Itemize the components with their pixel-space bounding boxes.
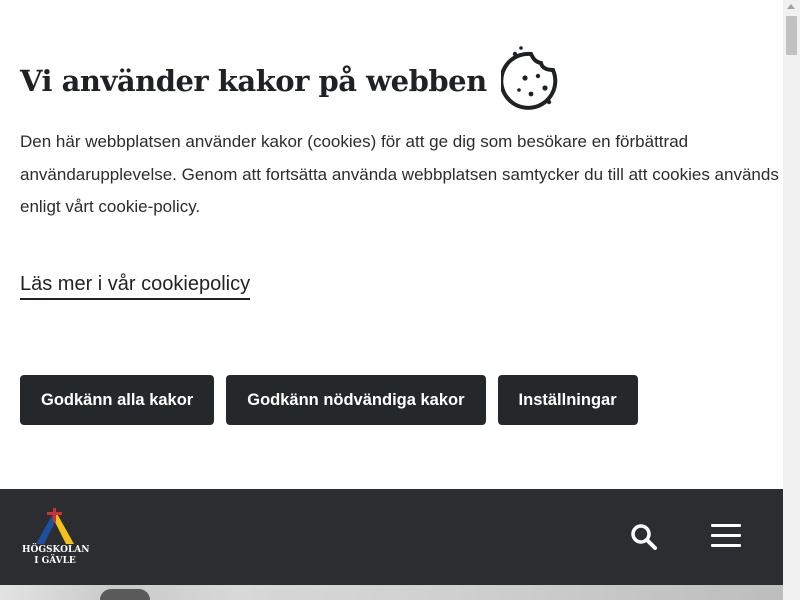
search-icon[interactable] [630, 523, 658, 551]
hero-image-shape [100, 589, 150, 600]
university-logo[interactable]: HÖGSKOLAN I GÄVLE [22, 508, 90, 568]
hero-image [0, 585, 783, 600]
logo-mark-icon [36, 508, 74, 544]
accept-necessary-cookies-button[interactable]: Godkänn nödvändiga kakor [226, 375, 486, 425]
cookie-button-row: Godkänn alla kakor Godkänn nödvändiga ka… [20, 375, 638, 425]
menu-line [711, 544, 741, 547]
menu-line [711, 534, 741, 537]
vertical-scrollbar[interactable] [783, 0, 800, 600]
scrollbar-thumb[interactable] [786, 16, 797, 55]
cookie-policy-link[interactable]: Läs mer i vår cookiepolicy [20, 272, 251, 300]
hamburger-menu-icon[interactable] [711, 524, 741, 548]
cookie-settings-button[interactable]: Inställningar [497, 375, 638, 425]
cookie-description: Den här webbplatsen använder kakor (cook… [20, 132, 779, 216]
accept-all-cookies-button[interactable]: Godkänn alla kakor [20, 375, 215, 425]
logo-text-line1: HÖGSKOLAN [22, 545, 90, 555]
page: Vi använder kakor på webben Den här webb… [0, 0, 783, 600]
cookie-title-row: Vi använder kakor på webben [20, 46, 571, 116]
scroll-up-arrow-icon[interactable] [787, 4, 795, 9]
cookie-banner-title: Vi använder kakor på webben [20, 64, 487, 98]
site-header: HÖGSKOLAN I GÄVLE [0, 489, 783, 585]
logo-text-line2: I GÄVLE [34, 556, 76, 566]
menu-line [711, 524, 741, 527]
cookie-icon [500, 46, 557, 110]
logo-text: HÖGSKOLAN I GÄVLE [22, 545, 90, 567]
